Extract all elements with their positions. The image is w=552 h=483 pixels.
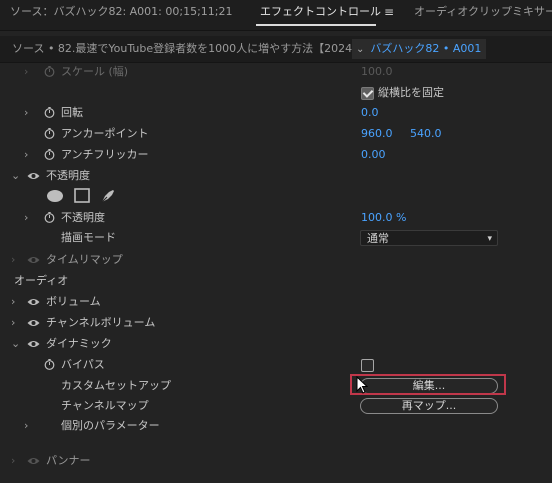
opacity-label: 不透明度 xyxy=(61,211,105,224)
bypass-row: バイパス xyxy=(0,355,552,375)
pen-mask-icon[interactable] xyxy=(100,188,116,204)
panner-row: › パンナー xyxy=(0,451,552,471)
stopwatch-icon[interactable] xyxy=(44,128,55,139)
chevron-right-icon[interactable]: › xyxy=(24,103,34,123)
volume-row: › ボリューム xyxy=(0,292,552,312)
stopwatch-icon[interactable] xyxy=(44,149,55,160)
opacity-row: › 不透明度 100.0 % xyxy=(0,208,552,228)
channel-volume-row: › チャンネルボリューム xyxy=(0,313,552,333)
source-name: ソース • 82.最速でYouTube登録者数を1000人に増やす方法【2024… xyxy=(12,42,352,55)
clip-name: バズハック82 • A001 xyxy=(370,42,482,55)
chevron-right-icon[interactable]: › xyxy=(11,313,21,333)
opacity-section-row: ⌄ 不透明度 xyxy=(0,166,552,186)
audio-header-row: オーディオ xyxy=(0,271,552,291)
stopwatch-icon[interactable] xyxy=(44,212,55,223)
anchor-point-y-value[interactable]: 540.0 xyxy=(410,124,442,144)
rectangle-mask-icon[interactable] xyxy=(74,188,90,204)
blend-mode-select[interactable]: 通常 ▾ xyxy=(360,230,498,246)
individual-params-label: 個別のパラメーター xyxy=(61,419,160,432)
tab-source[interactable]: ソース：バズハック82: A001: 00;15;11;21 xyxy=(10,0,232,30)
chevron-right-icon: › xyxy=(24,65,29,78)
eye-icon xyxy=(27,458,40,464)
bypass-label: バイパス xyxy=(61,358,105,371)
mouse-pointer-icon xyxy=(356,376,368,394)
anchor-point-x-value[interactable]: 960.0 xyxy=(361,124,393,144)
tab-audio-clip-mixer[interactable]: オーディオクリップミキサー：バ xyxy=(414,0,552,30)
volume-label: ボリューム xyxy=(46,295,101,308)
rotation-value[interactable]: 0.0 xyxy=(361,103,379,123)
panel-tab-bar: ソース：バズハック82: A001: 00;15;11;21 エフェクトコントロ… xyxy=(0,0,552,31)
panner-label: パンナー xyxy=(46,454,91,467)
custom-setup-label: カスタムセットアップ xyxy=(61,379,171,392)
anchor-point-label: アンカーポイント xyxy=(61,127,149,140)
stopwatch-icon[interactable] xyxy=(44,359,55,370)
chevron-down-icon[interactable]: ⌄ xyxy=(11,334,21,354)
uniform-scale-checkbox[interactable] xyxy=(361,87,374,100)
audio-header-label: オーディオ xyxy=(14,274,69,287)
ellipse-mask-icon[interactable] xyxy=(46,188,64,204)
chevron-right-icon[interactable]: › xyxy=(24,416,34,436)
chevron-down-icon: ⌄ xyxy=(356,44,365,55)
opacity-value[interactable]: 100.0 % xyxy=(361,208,406,228)
channel-volume-label: チャンネルボリューム xyxy=(46,316,156,329)
blend-mode-label: 描画モード xyxy=(61,231,116,244)
chevron-down-icon[interactable]: ⌄ xyxy=(11,166,21,186)
anti-flicker-label: アンチフリッカー xyxy=(61,148,149,161)
uniform-scale-row: 縦横比を固定 xyxy=(0,83,552,103)
chevron-right-icon[interactable]: › xyxy=(24,208,34,228)
rotation-row: › 回転 0.0 xyxy=(0,103,552,123)
eye-icon[interactable] xyxy=(27,339,40,349)
dynamics-label: ダイナミック xyxy=(46,337,112,350)
channel-map-label: チャンネルマップ xyxy=(61,399,149,412)
hamburger-menu-icon[interactable]: ≡ xyxy=(384,4,396,20)
chevron-right-icon[interactable]: › xyxy=(11,292,21,312)
rotation-label: 回転 xyxy=(61,106,83,119)
opacity-section-label: 不透明度 xyxy=(46,169,90,182)
eye-icon[interactable] xyxy=(27,297,40,307)
chevron-right-icon[interactable]: › xyxy=(11,451,21,471)
eye-icon xyxy=(27,257,40,263)
scale-width-row: › スケール (幅) 100.0 xyxy=(0,62,552,82)
scale-width-label: スケール (幅) xyxy=(61,65,129,78)
active-tab-indicator xyxy=(256,24,376,26)
stopwatch-icon[interactable] xyxy=(44,107,55,118)
eye-icon[interactable] xyxy=(27,171,40,181)
anti-flicker-value[interactable]: 0.00 xyxy=(361,145,386,165)
scale-width-value: 100.0 xyxy=(361,65,393,78)
dynamics-row: ⌄ ダイナミック xyxy=(0,334,552,354)
blend-mode-value: 通常 xyxy=(367,232,389,245)
highlight-box xyxy=(350,374,506,395)
chevron-right-icon[interactable]: › xyxy=(24,145,34,165)
time-remap-row: › タイムリマップ xyxy=(0,250,552,270)
anchor-point-row: アンカーポイント 960.0 540.0 xyxy=(0,124,552,144)
individual-params-row: › 個別のパラメーター xyxy=(0,416,552,436)
bypass-checkbox[interactable] xyxy=(361,359,374,372)
blend-mode-row: 描画モード 通常 ▾ xyxy=(0,228,552,248)
remap-button[interactable]: 再マップ... xyxy=(360,398,498,414)
chevron-down-icon: ▾ xyxy=(487,234,492,244)
chevron-right-icon[interactable]: › xyxy=(11,250,21,270)
effect-controls-header: ソース • 82.最速でYouTube登録者数を1000人に増やす方法【2024… xyxy=(0,36,552,63)
channel-map-row: チャンネルマップ 再マップ... xyxy=(0,396,552,416)
clip-selector[interactable]: ⌄ バズハック82 • A001 xyxy=(352,39,486,59)
uniform-scale-label: 縦横比を固定 xyxy=(378,86,444,99)
time-remap-label: タイムリマップ xyxy=(46,253,123,266)
stopwatch-icon xyxy=(44,66,55,77)
eye-icon[interactable] xyxy=(27,318,40,328)
anti-flicker-row: › アンチフリッカー 0.00 xyxy=(0,145,552,165)
